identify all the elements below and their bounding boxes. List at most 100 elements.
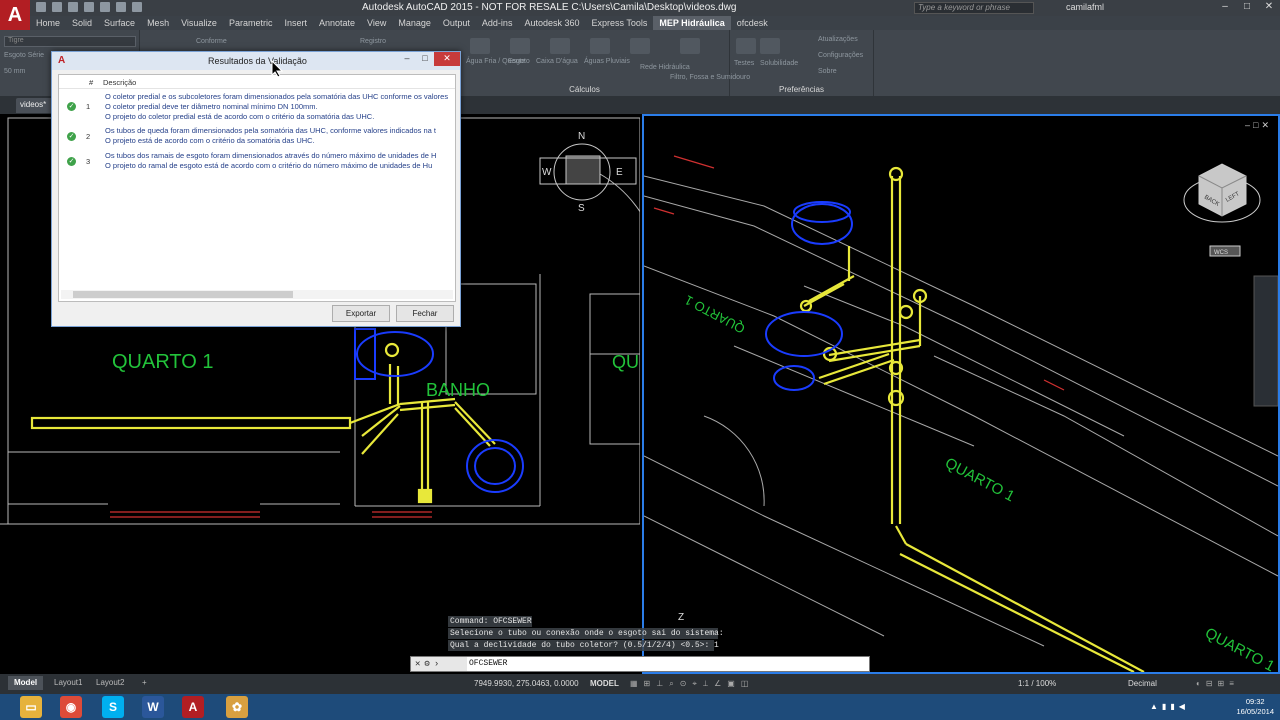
col-num-header[interactable]: #	[89, 78, 93, 87]
filtro-icon[interactable]	[680, 38, 700, 54]
layout-tab-layout2[interactable]: Layout2	[90, 676, 130, 690]
tab-autodesk-360[interactable]: Autodesk 360	[518, 16, 585, 30]
dialog-maximize-button[interactable]: □	[416, 52, 434, 66]
print-icon[interactable]	[100, 2, 110, 12]
size-dropdown[interactable]: 50 mm	[4, 68, 25, 75]
layout-tab-model[interactable]: Model	[8, 676, 44, 690]
maximize-button[interactable]: □	[1238, 1, 1256, 14]
compass-w: W	[542, 167, 552, 178]
skype-icon[interactable]: S	[102, 696, 124, 718]
testes-icon[interactable]	[736, 38, 756, 54]
solubilidade-label: Solubilidade	[760, 60, 799, 67]
application-menu-button[interactable]: A	[0, 0, 30, 30]
viewport-controls[interactable]: –□✕	[1245, 120, 1272, 131]
tab-mesh[interactable]: Mesh	[141, 16, 175, 30]
units-dropdown[interactable]: Decimal	[1128, 679, 1157, 688]
tab-mep-hidr-ulica[interactable]: MEP Hidráulica	[653, 16, 731, 30]
tab-parametric[interactable]: Parametric	[223, 16, 279, 30]
redo-icon[interactable]	[132, 2, 142, 12]
status-tools[interactable]: ◐⊟⊞≡	[1196, 679, 1239, 688]
dialog-titlebar[interactable]: A Resultados da Validação – □ ✕	[52, 52, 460, 70]
series-dropdown[interactable]: Esgoto Série	[4, 52, 44, 59]
drafting-toggles[interactable]: ▦⊞⊥⌕⊙⌖⟂∠▣◫	[630, 679, 754, 689]
close-icon[interactable]: ✕	[415, 659, 420, 669]
tab-add-ins[interactable]: Add-ins	[476, 16, 519, 30]
tab-visualize[interactable]: Visualize	[175, 16, 223, 30]
fixtures-3d	[765, 201, 853, 391]
col-desc-header[interactable]: Descrição	[103, 78, 136, 87]
tab-output[interactable]: Output	[437, 16, 476, 30]
sobre-button[interactable]: Sobre	[818, 68, 837, 75]
app-icon[interactable]: ✿	[226, 696, 248, 718]
wrench-icon[interactable]: ⚙	[424, 659, 429, 669]
scrollbar-thumb[interactable]	[73, 291, 293, 298]
chrome-icon[interactable]: ◉	[60, 696, 82, 718]
close-dialog-button[interactable]: Fechar	[396, 305, 454, 322]
tab-ofcdesk[interactable]: ofcdesk	[731, 16, 774, 30]
navigation-bar[interactable]	[1253, 275, 1278, 407]
dialog-minimize-button[interactable]: –	[398, 52, 416, 66]
result-row[interactable]: ✓ 2 Os tubos de queda foram dimensionado…	[59, 126, 455, 148]
command-line-tools: ✕ ⚙ ›	[411, 657, 467, 671]
rede-icon[interactable]	[630, 38, 650, 54]
caixa-icon[interactable]	[550, 38, 570, 54]
layer-dropdown[interactable]: Tigre	[4, 36, 136, 47]
annotation-scale[interactable]: 1:1 / 100%	[1018, 679, 1056, 688]
ribbon-tabs: Home Solid Surface Mesh Visualize Parametric I…	[30, 16, 1280, 30]
dialog-title: Resultados da Validação	[208, 56, 307, 66]
add-layout-button[interactable]: +	[136, 676, 153, 690]
autocad-icon[interactable]: A	[182, 696, 204, 718]
esgoto-icon[interactable]	[510, 38, 530, 54]
solubilidade-icon[interactable]	[760, 38, 780, 54]
user-name[interactable]: camilafml	[1066, 2, 1104, 12]
row-line: O coletor predial deve ter diâmetro nomi…	[105, 102, 318, 111]
doc-tab-videos[interactable]: videos*	[16, 98, 56, 113]
minimize-button[interactable]: –	[1216, 1, 1234, 14]
tab-manage[interactable]: Manage	[392, 16, 437, 30]
tab-home[interactable]: Home	[30, 16, 66, 30]
pluvial-icon[interactable]	[590, 38, 610, 54]
tab-view[interactable]: View	[361, 16, 392, 30]
results-list[interactable]: # Descrição ✓ 1 O coletor predial e os s…	[58, 74, 456, 302]
agua-icon[interactable]	[470, 38, 490, 54]
horizontal-scrollbar[interactable]	[61, 290, 453, 299]
save-icon[interactable]	[68, 2, 78, 12]
file-explorer-icon[interactable]: ▭	[20, 696, 42, 718]
atualizacoes-button[interactable]: Atualizações	[818, 36, 858, 43]
registro-button[interactable]: Registro	[360, 38, 386, 45]
saveas-icon[interactable]	[84, 2, 94, 12]
viewcube[interactable]	[1183, 163, 1261, 257]
command-input[interactable]: OFCSEWER	[469, 659, 507, 668]
compass-n: N	[578, 131, 585, 142]
command-line[interactable]: ✕ ⚙ › OFCSEWER	[410, 656, 870, 672]
system-tray[interactable]: ▲▮▮◀	[1150, 702, 1189, 711]
close-button[interactable]: ✕	[1260, 1, 1278, 14]
coordinates-readout[interactable]: 7949.9930, 275.0463, 0.0000	[474, 679, 579, 688]
open-icon[interactable]	[52, 2, 62, 12]
conforme-button[interactable]: Conforme	[196, 38, 227, 45]
tab-insert[interactable]: Insert	[278, 16, 313, 30]
model-space-toggle[interactable]: MODEL	[590, 679, 619, 688]
result-row[interactable]: ✓ 3 Os tubos dos ramais de esgoto foram …	[59, 151, 455, 173]
undo-icon[interactable]	[116, 2, 126, 12]
word-icon[interactable]: W	[142, 696, 164, 718]
row-num: 1	[86, 102, 91, 111]
new-icon[interactable]	[36, 2, 46, 12]
viewport-right[interactable]: BACK LEFT WCS QUARTO 1 QUARTO 1 QUARTO 1…	[642, 114, 1280, 674]
wcs-label[interactable]: WCS	[1214, 250, 1228, 256]
tab-annotate[interactable]: Annotate	[313, 16, 361, 30]
search-input[interactable]: Type a keyword or phrase	[914, 2, 1034, 14]
command-history: Command: OFCSEWER Selecione o tubo ou co…	[448, 616, 862, 652]
tab-solid[interactable]: Solid	[66, 16, 98, 30]
result-row[interactable]: ✓ 1 O coletor predial e os subcoletores …	[59, 92, 455, 122]
tab-express-tools[interactable]: Express Tools	[585, 16, 653, 30]
export-button[interactable]: Exportar	[332, 305, 390, 322]
prompt-icon[interactable]: ›	[434, 659, 439, 669]
autocad-window: Autodesk AutoCAD 2015 - NOT FOR RESALE C…	[0, 0, 1280, 720]
layout-tab-layout1[interactable]: Layout1	[48, 676, 88, 690]
dialog-close-button[interactable]: ✕	[434, 52, 460, 66]
clock[interactable]: 09:32 16/05/2014	[1236, 697, 1274, 717]
calculos-panel: Água Fria / Quente Esgoto Caixa D'água Á…	[440, 30, 750, 96]
tab-surface[interactable]: Surface	[98, 16, 141, 30]
configuracoes-button[interactable]: Configurações	[818, 52, 863, 59]
